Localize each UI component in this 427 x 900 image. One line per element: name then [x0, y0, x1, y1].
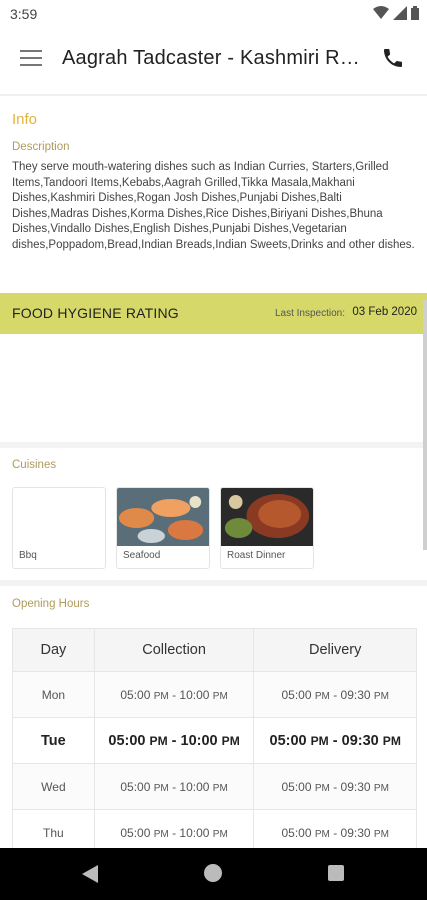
delivery-hours-cell: 05:00 PM - 09:30 PM	[253, 671, 417, 718]
cuisine-card-seafood[interactable]: Seafood	[116, 487, 210, 569]
page-title: Aagrah Tadcaster - Kashmiri Restaurant	[62, 47, 362, 69]
day-cell: Tue	[12, 717, 95, 764]
table-row: Mon 05:00 PM - 10:00 PM 05:00 PM - 09:30…	[12, 671, 417, 718]
grilled-meat-photo	[221, 488, 313, 546]
opening-hours-label: Opening Hours	[12, 598, 90, 610]
description-label: Description	[12, 141, 70, 153]
system-nav-bar	[0, 848, 427, 900]
food-hygiene-title: FOOD HYGIENE RATING	[12, 305, 179, 321]
section-divider	[0, 580, 427, 586]
recents-icon[interactable]	[328, 865, 344, 881]
cuisine-label: Roast Dinner	[227, 550, 286, 561]
info-section-title: Info	[12, 111, 38, 128]
back-icon[interactable]	[82, 865, 98, 883]
signal-icon	[393, 6, 407, 20]
cuisine-image-placeholder	[13, 488, 105, 546]
section-divider	[0, 442, 427, 448]
table-header-row: Day Collection Delivery	[12, 628, 417, 672]
app-bar: Aagrah Tadcaster - Kashmiri Restaurant	[0, 28, 427, 90]
seafood-photo	[117, 488, 209, 546]
battery-icon	[411, 6, 419, 20]
collection-hours-cell: 05:00 PM - 10:00 PM	[93, 671, 255, 718]
delivery-hours-cell: 05:00 PM - 09:30 PM	[253, 717, 417, 764]
cuisines-label: Cuisines	[12, 459, 57, 471]
column-header-delivery: Delivery	[253, 628, 417, 672]
table-row-today: Tue 05:00 PM - 10:00 PM 05:00 PM - 09:30…	[12, 717, 417, 764]
table-row: Wed 05:00 PM - 10:00 PM 05:00 PM - 09:30…	[12, 763, 417, 810]
cuisine-card-bbq[interactable]: Bbq	[12, 487, 106, 569]
last-inspection-date: 03 Feb 2020	[352, 306, 417, 318]
description-text: They serve mouth-watering dishes such as…	[12, 161, 415, 251]
collection-hours-cell: 05:00 PM - 10:00 PM	[93, 717, 255, 764]
menu-icon[interactable]	[20, 50, 42, 68]
collection-hours-cell: 05:00 PM - 10:00 PM	[93, 763, 255, 810]
column-header-collection: Collection	[93, 628, 255, 672]
divider	[0, 94, 427, 96]
column-header-day: Day	[12, 628, 95, 672]
scrollbar-thumb[interactable]	[423, 300, 427, 550]
day-cell: Wed	[12, 763, 95, 810]
food-hygiene-bar: FOOD HYGIENE RATING Last Inspection: 03 …	[0, 293, 427, 334]
cuisine-label: Seafood	[123, 550, 161, 561]
opening-hours-table: Day Collection Delivery Mon 05:00 PM - 1…	[12, 628, 417, 856]
home-icon[interactable]	[204, 864, 222, 882]
cuisine-card-roast-dinner[interactable]: Roast Dinner	[220, 487, 314, 569]
status-bar: 3:59	[0, 0, 427, 28]
cuisine-label: Bbq	[19, 550, 37, 561]
last-inspection-label: Last Inspection:	[274, 308, 345, 319]
status-icons	[373, 6, 419, 20]
status-time: 3:59	[10, 6, 38, 22]
wifi-icon	[373, 6, 389, 19]
delivery-hours-cell: 05:00 PM - 09:30 PM	[253, 763, 417, 810]
day-cell: Mon	[12, 671, 95, 718]
phone-icon[interactable]	[381, 46, 405, 70]
